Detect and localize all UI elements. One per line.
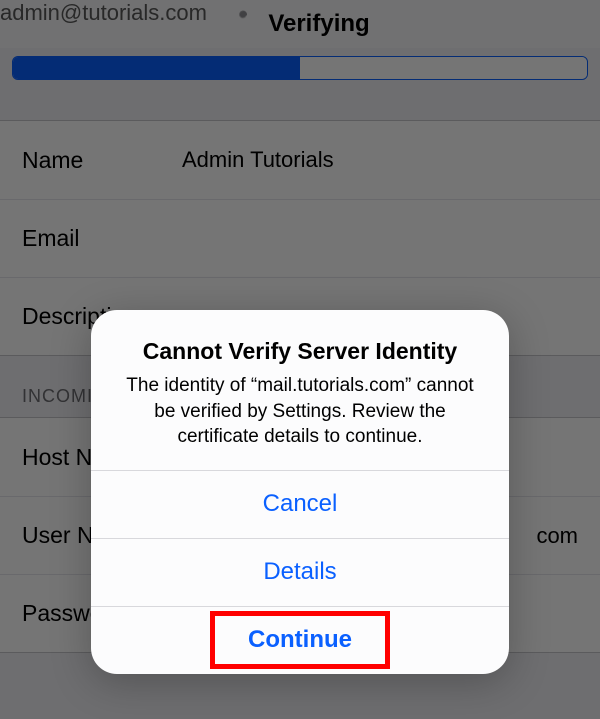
alert-title: Cannot Verify Server Identity — [117, 338, 483, 365]
cert-alert: Cannot Verify Server Identity The identi… — [91, 310, 509, 674]
continue-button[interactable]: Continue — [91, 606, 509, 674]
alert-message: The identity of “mail.tutorials.com” can… — [117, 373, 483, 450]
details-button-label: Details — [263, 558, 336, 586]
continue-button-label: Continue — [248, 626, 352, 654]
cancel-button-label: Cancel — [263, 490, 338, 518]
cancel-button[interactable]: Cancel — [91, 470, 509, 538]
details-button[interactable]: Details — [91, 538, 509, 606]
